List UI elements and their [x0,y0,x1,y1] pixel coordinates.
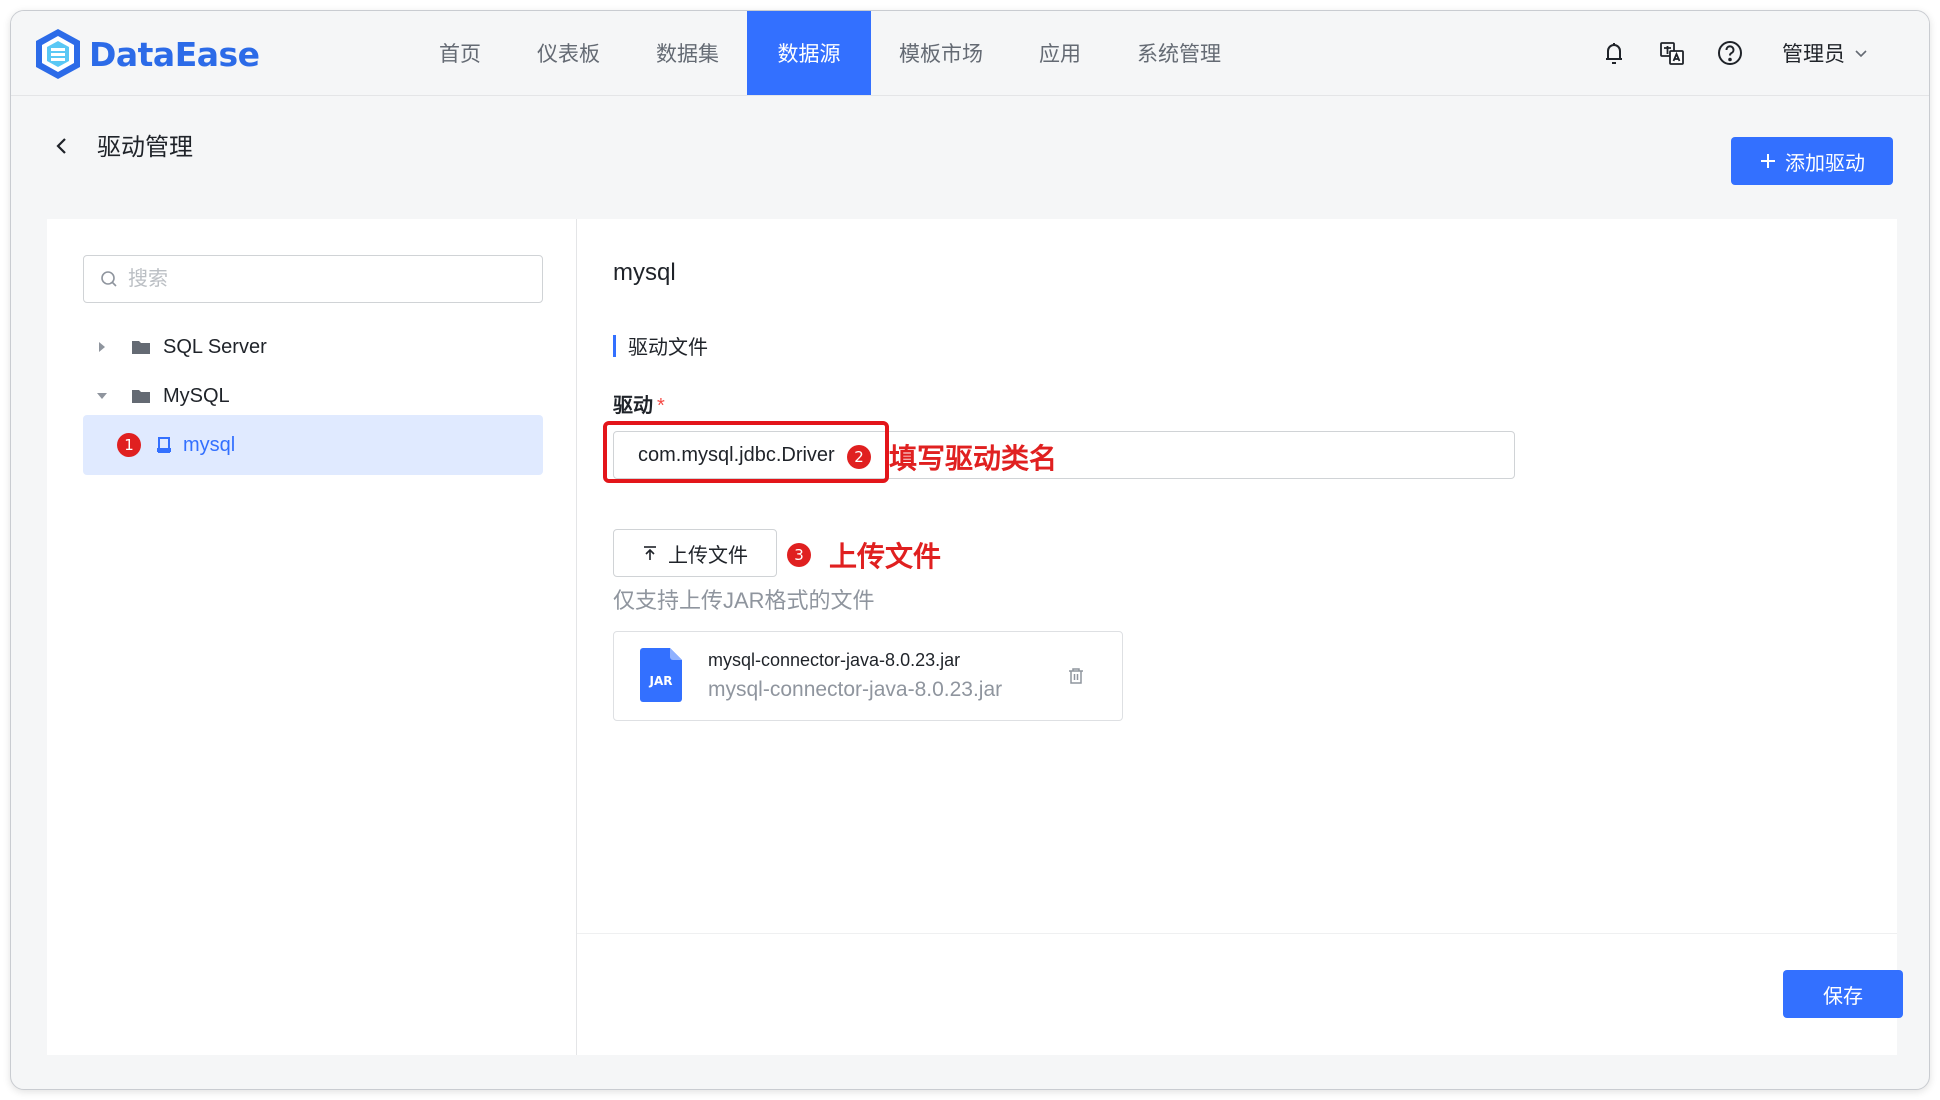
folder-icon [132,341,150,354]
search-input[interactable] [128,267,508,291]
page-title: 驱动管理 [97,134,193,161]
section-title-text: 驱动文件 [628,337,708,359]
app-name: DataEase [89,34,260,74]
upload-label: 上传文件 [668,544,748,567]
driver-detail-panel: mysql 驱动文件 驱动* 2 填写驱动类名 上传文件 [577,219,1903,1055]
upload-file-button[interactable]: 上传文件 [613,529,777,577]
step-3-text: 上传文件 [829,540,942,573]
dataease-logo[interactable]: DataEase [33,27,260,81]
footer-divider [577,933,1897,934]
nav-right-tools: 管理员 [1598,11,1869,95]
user-menu[interactable]: 管理员 [1782,38,1869,68]
annotation-step-2: 2 填写驱动类名 [847,437,1057,477]
top-navbar: DataEase 首页 仪表板 数据集 数据源 模板市场 应用 系统管理 管理员 [11,11,1929,96]
help-icon[interactable] [1714,37,1746,69]
section-accent-bar [613,334,616,357]
chevron-left-icon [56,138,66,154]
folder-icon [132,390,150,403]
upload-hint: 仅支持上传JAR格式的文件 [613,588,875,613]
search-field[interactable] [83,255,543,303]
file-subtitle: mysql-connector-java-8.0.23.jar [708,678,1003,701]
tree-node-mysql-driver[interactable]: 1 mysql [83,415,543,475]
required-mark: * [657,395,665,417]
driver-tree-panel: SQL Server MySQL 1 mysql [47,219,577,1055]
step-2-badge: 2 [847,445,871,469]
page-header: 驱动管理 添加驱动 [11,97,1929,207]
step-2-text: 填写驱动类名 [889,442,1058,475]
driver-class-input[interactable] [613,431,1515,479]
tree-node-label: mysql [183,433,236,456]
chevron-down-icon [1855,50,1867,58]
nav-item-template-market[interactable]: 模板市场 [871,11,1011,95]
nav-item-datasource[interactable]: 数据源 [747,11,871,95]
add-driver-button[interactable]: 添加驱动 [1731,137,1893,185]
jar-icon-text: JAR [649,674,673,688]
main-nav: 首页 仪表板 数据集 数据源 模板市场 应用 系统管理 [411,11,1249,95]
save-button[interactable]: 保存 [1783,970,1903,1018]
driver-label-text: 驱动 [613,395,653,417]
nav-item-apps[interactable]: 应用 [1011,11,1109,95]
dataease-logo-icon [36,29,80,79]
annotation-step-3: 3 上传文件 [787,535,941,575]
user-name: 管理员 [1782,43,1845,66]
file-name: mysql-connector-java-8.0.23.jar [708,650,961,670]
driver-icon [157,437,171,453]
bell-icon[interactable] [1598,37,1630,69]
tree-node-label: SQL Server [163,335,267,358]
driver-field-label: 驱动 * [613,389,665,418]
tree-node-label: MySQL [163,384,230,407]
caret-right-icon[interactable] [95,340,109,354]
add-driver-label: 添加驱动 [1785,152,1865,175]
search-icon [101,271,117,287]
section-title: 驱动文件 [613,331,708,360]
step-1-badge: 1 [117,433,141,457]
uploaded-file-card: JAR mysql-connector-java-8.0.23.jar mysq… [613,631,1123,721]
nav-item-home[interactable]: 首页 [411,11,509,95]
translate-icon[interactable] [1656,37,1688,69]
jar-file-icon: JAR [640,648,682,702]
upload-icon [644,546,656,560]
step-3-badge: 3 [787,543,811,567]
nav-item-dashboard[interactable]: 仪表板 [509,11,628,95]
plus-icon [1761,154,1775,168]
app-window: DataEase 首页 仪表板 数据集 数据源 模板市场 应用 系统管理 管理员… [10,10,1930,1090]
delete-icon[interactable] [1066,666,1086,686]
nav-item-system-settings[interactable]: 系统管理 [1109,11,1249,95]
back-button[interactable] [47,131,77,161]
caret-down-icon[interactable] [95,389,109,403]
main-content: SQL Server MySQL 1 mysql [47,219,1903,1055]
driver-name: mysql [613,259,676,286]
nav-item-dataset[interactable]: 数据集 [628,11,747,95]
